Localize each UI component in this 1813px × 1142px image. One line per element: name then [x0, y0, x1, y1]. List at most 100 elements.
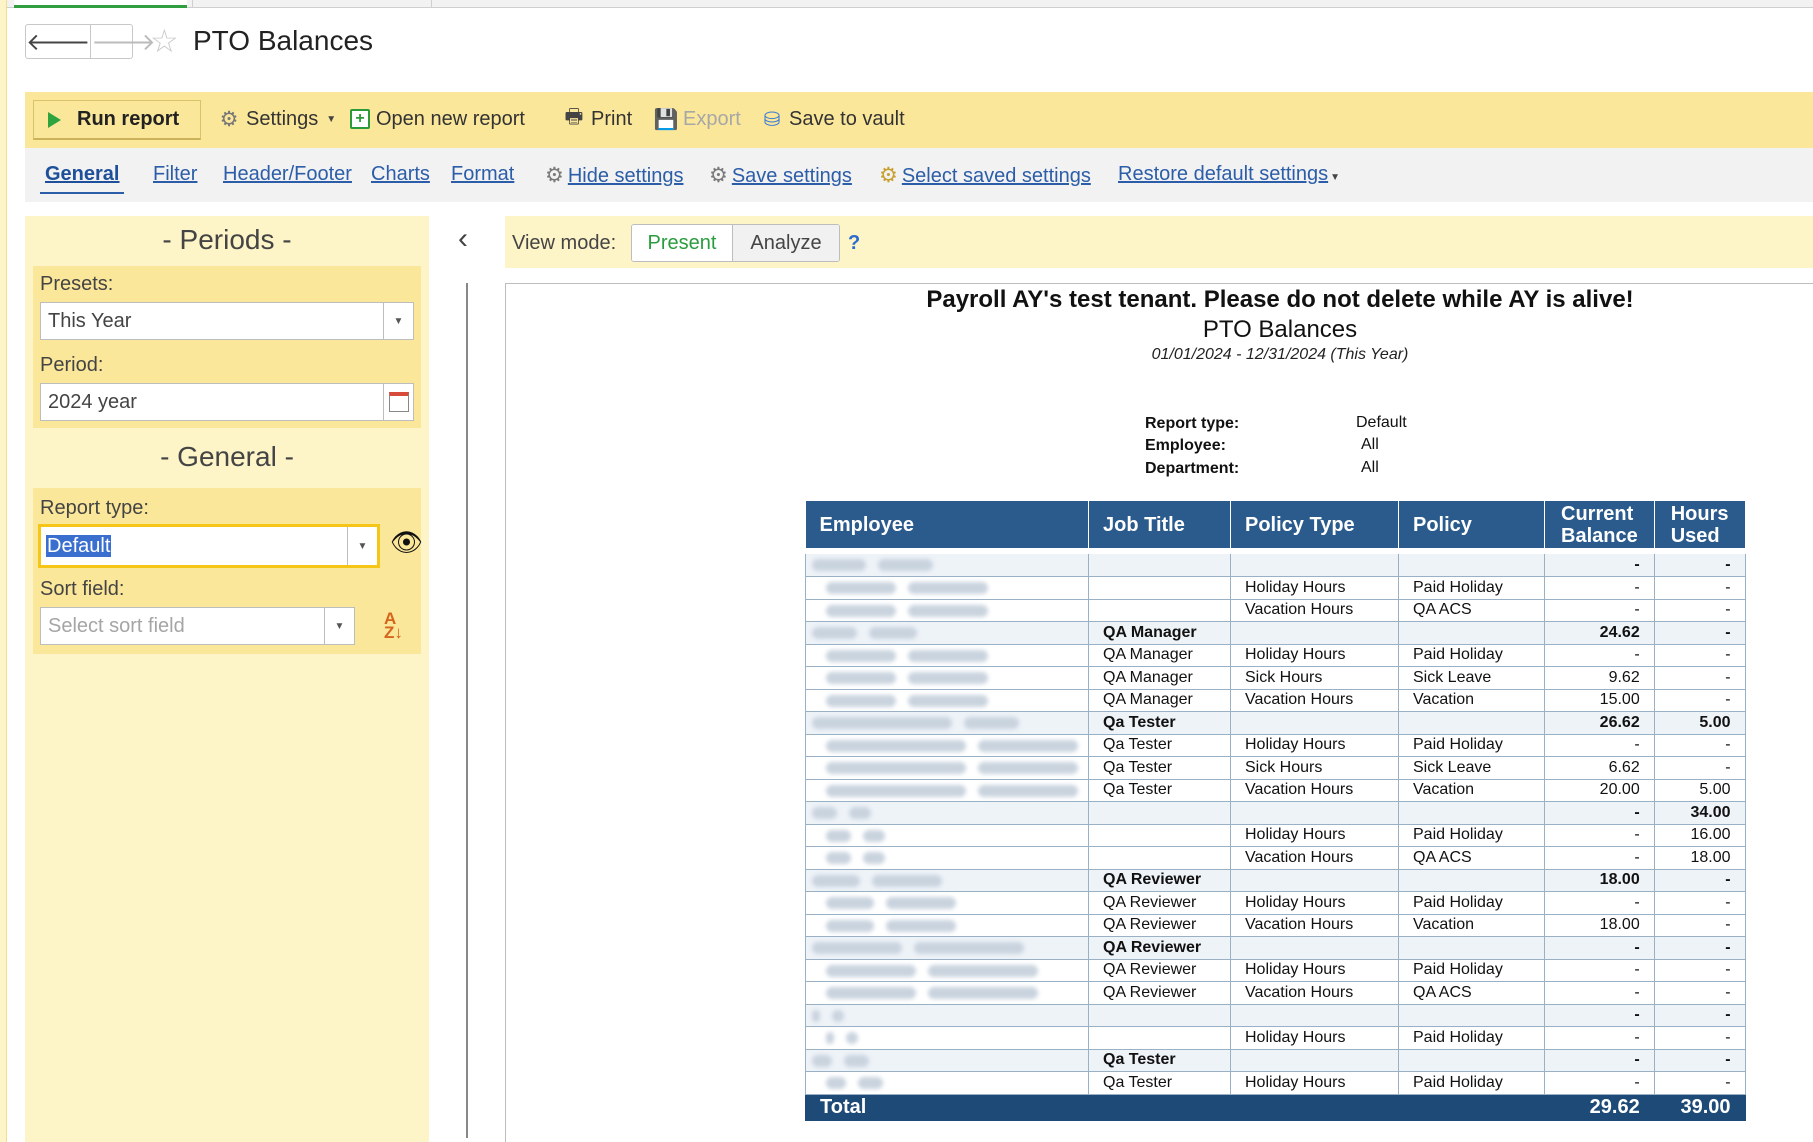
- presets-dropdown[interactable]: This Year ▼: [40, 302, 414, 340]
- redacted-name-block: [978, 739, 1078, 752]
- param-value: All: [1361, 436, 1379, 453]
- redacted-name-block: [826, 919, 874, 932]
- back-button[interactable]: 🡐: [26, 25, 92, 58]
- chevron-down-icon[interactable]: ▼: [347, 527, 377, 565]
- select-saved-settings-link[interactable]: ⚙ Select saved settings: [879, 163, 1091, 188]
- period-field[interactable]: 2024 year: [40, 383, 414, 421]
- policy-type-cell: [1230, 801, 1399, 825]
- policy-type-cell: Vacation Hours: [1230, 914, 1399, 937]
- restore-default-settings-label: Restore default settings: [1118, 163, 1329, 185]
- employee-group-row: Qa Tester - -: [805, 1049, 1746, 1072]
- forward-button[interactable]: 🡒: [91, 25, 155, 58]
- chevron-down-icon[interactable]: ▼: [324, 608, 354, 644]
- current-balance-cell: -: [1544, 824, 1655, 847]
- collapse-panel-icon[interactable]: ‹: [458, 222, 468, 256]
- tab-format[interactable]: Format: [451, 163, 514, 186]
- policy-type-cell: Vacation Hours: [1230, 779, 1399, 802]
- job-title-cell: [1088, 824, 1231, 847]
- help-icon[interactable]: ?: [848, 232, 860, 255]
- present-mode-button[interactable]: Present: [632, 225, 733, 261]
- hours-used-cell: 5.00: [1653, 711, 1746, 735]
- column-header-policy-type[interactable]: Policy Type: [1230, 501, 1399, 548]
- redacted-name-block: [832, 1009, 844, 1022]
- table-row: QA Manager Holiday Hours Paid Holiday - -: [805, 644, 1746, 667]
- policy-cell: [1398, 1049, 1545, 1072]
- hours-used-cell: -: [1653, 981, 1746, 1005]
- pto-balances-table: Employee Job Title Policy Type Policy Cu…: [805, 501, 1746, 1121]
- gear-folder-icon: ⚙: [879, 164, 898, 187]
- favorite-star-icon[interactable]: ☆: [150, 24, 179, 58]
- redacted-name-block: [812, 874, 860, 887]
- eye-icon[interactable]: 👁: [390, 527, 423, 558]
- column-header-hours-used[interactable]: Hours Used: [1654, 501, 1746, 548]
- analyze-mode-button[interactable]: Analyze: [733, 225, 839, 261]
- redacted-name-block: [812, 1054, 832, 1067]
- tab-charts[interactable]: Charts: [371, 163, 430, 186]
- policy-cell: Paid Holiday: [1398, 959, 1545, 982]
- presets-label: Presets:: [40, 273, 114, 295]
- column-header-job-title[interactable]: Job Title: [1088, 501, 1231, 548]
- column-header-policy[interactable]: Policy: [1398, 501, 1545, 548]
- policy-cell: Paid Holiday: [1398, 1071, 1545, 1095]
- redacted-name-block: [826, 987, 916, 999]
- policy-cell: [1398, 621, 1545, 645]
- hide-settings-link[interactable]: ⚙ Hide settings: [545, 163, 683, 188]
- table-row: QA Manager Sick Hours Sick Leave 9.62-: [805, 666, 1746, 690]
- current-balance-cell: -: [1544, 981, 1655, 1005]
- print-button[interactable]: 🖶 Print: [563, 106, 633, 132]
- redacted-name-block: [826, 739, 966, 752]
- policy-cell: Paid Holiday: [1398, 1026, 1545, 1050]
- browser-tab[interactable]: [192, 0, 432, 8]
- open-new-report-button[interactable]: + Open new report: [350, 106, 525, 132]
- employee-cell-redacted: [805, 936, 1089, 960]
- run-report-button[interactable]: Run report: [33, 100, 201, 140]
- hours-used-cell: 18.00: [1653, 846, 1746, 870]
- employee-cell-redacted: [805, 621, 1089, 645]
- report-type-dropdown[interactable]: Default ▼: [38, 524, 380, 568]
- tab-general[interactable]: General: [40, 163, 125, 194]
- run-report-label: Run report: [77, 108, 180, 130]
- current-balance-cell: 18.00: [1544, 914, 1655, 937]
- hours-used-cell: -: [1653, 1071, 1746, 1095]
- save-to-vault-button[interactable]: ⛁ Save to vault: [761, 106, 905, 132]
- param-value: All: [1361, 459, 1379, 476]
- period-label: Period:: [40, 354, 104, 376]
- view-mode-label: View mode:: [512, 232, 617, 254]
- redacted-name-block: [863, 852, 885, 864]
- hours-used-cell: -: [1653, 756, 1746, 780]
- job-title-cell: QA Reviewer: [1088, 914, 1231, 937]
- export-button[interactable]: 💾 Export: [654, 106, 741, 132]
- employee-cell-redacted: [805, 599, 1089, 622]
- column-header-employee[interactable]: Employee: [805, 501, 1089, 548]
- policy-cell: Paid Holiday: [1398, 824, 1545, 847]
- employee-cell-redacted: [805, 689, 1089, 712]
- report-name: PTO Balances: [1202, 316, 1358, 343]
- save-settings-link[interactable]: ⚙ Save settings: [709, 163, 852, 188]
- redacted-name-block: [849, 807, 871, 819]
- employee-cell-redacted: [805, 1026, 1089, 1050]
- save-settings-label: Save settings: [731, 165, 852, 187]
- tab-filter[interactable]: Filter: [153, 163, 197, 186]
- column-header-current-balance[interactable]: Current Balance: [1544, 501, 1655, 548]
- employee-group-row: QA Manager 24.62-: [805, 621, 1746, 645]
- tab-header-footer[interactable]: Header/Footer: [223, 163, 352, 186]
- policy-cell: QA ACS: [1398, 846, 1545, 870]
- settings-button[interactable]: ⚙ Settings ▼: [218, 106, 337, 132]
- employee-cell-redacted: [805, 801, 1089, 825]
- chevron-down-icon[interactable]: ▼: [383, 303, 413, 339]
- policy-type-cell: Holiday Hours: [1230, 891, 1399, 915]
- restore-default-settings-link[interactable]: Restore default settings ▼: [1118, 163, 1340, 186]
- hours-used-cell: -: [1653, 914, 1746, 937]
- table-row: QA Reviewer Holiday Hours Paid Holiday - -: [805, 891, 1746, 915]
- redacted-name-block: [826, 649, 896, 662]
- job-title-cell: Qa Tester: [1088, 779, 1231, 802]
- sort-field-dropdown[interactable]: Select sort field ▼: [40, 607, 355, 645]
- active-browser-tab[interactable]: [14, 0, 187, 8]
- panel-divider[interactable]: [466, 283, 468, 1138]
- policy-type-cell: [1230, 1049, 1399, 1072]
- policy-type-cell: Holiday Hours: [1230, 1071, 1399, 1095]
- calendar-button[interactable]: [383, 384, 413, 420]
- employee-group-row: --: [805, 1004, 1746, 1027]
- sort-az-icon[interactable]: A Z↓: [384, 610, 403, 641]
- redacted-name-block: [908, 604, 988, 617]
